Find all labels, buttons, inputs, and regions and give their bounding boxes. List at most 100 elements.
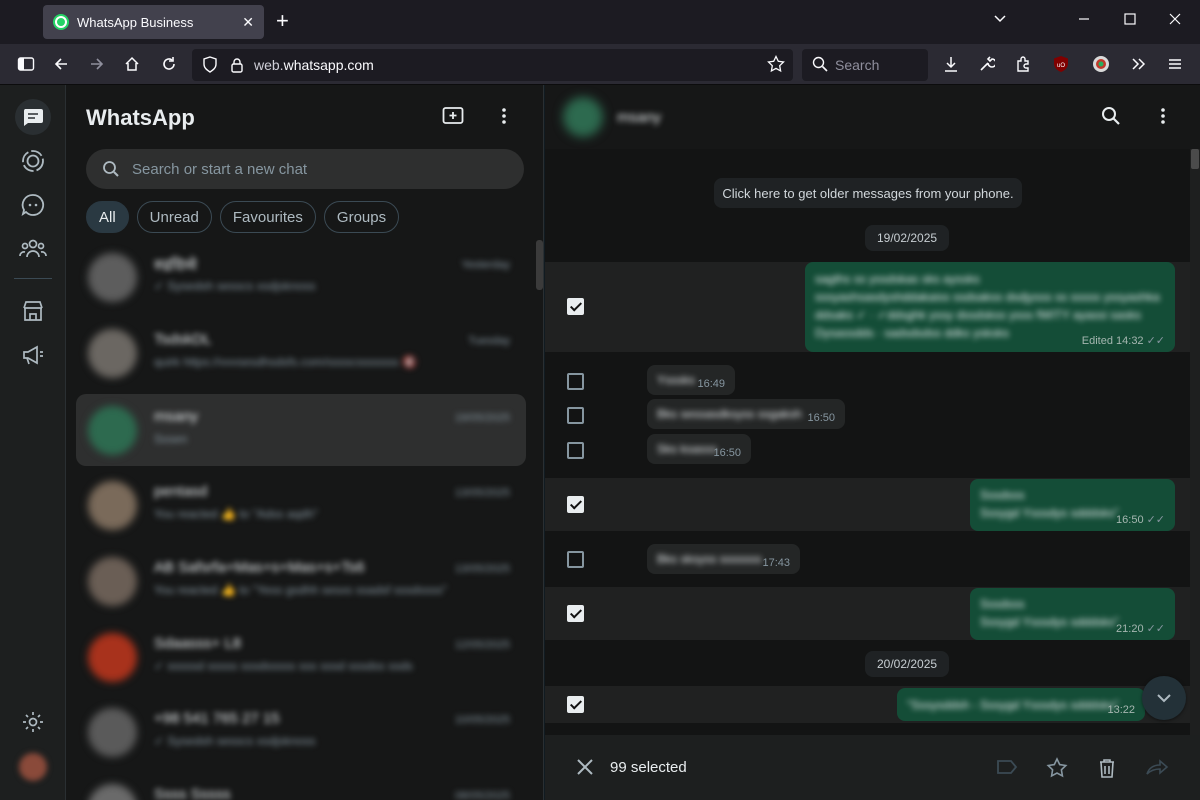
filter-favourites[interactable]: Favourites bbox=[219, 201, 316, 233]
search-icon bbox=[102, 160, 120, 183]
hamburger-icon[interactable] bbox=[1164, 53, 1186, 75]
channels-icon[interactable] bbox=[15, 187, 51, 223]
chat-name: Ssss Sssss bbox=[154, 786, 231, 800]
browser-tab[interactable]: WhatsApp Business ✕ bbox=[43, 5, 264, 39]
bookmark-star-icon[interactable] bbox=[767, 54, 785, 78]
message-checkbox[interactable] bbox=[567, 496, 584, 513]
search-icon bbox=[812, 56, 828, 75]
status-icon[interactable] bbox=[15, 143, 51, 179]
close-icon[interactable] bbox=[575, 757, 595, 782]
date-separator: 19/02/2025 bbox=[865, 225, 950, 251]
conversation-scrollbar[interactable] bbox=[1190, 149, 1200, 735]
message-checkbox[interactable] bbox=[567, 407, 584, 424]
close-window-button[interactable] bbox=[1168, 12, 1182, 31]
message-bubble-outgoing[interactable]: Sssdsss Sssygd Ysssdys sdddsks" 21:20 ✓✓ bbox=[970, 588, 1175, 640]
message-checkbox[interactable] bbox=[567, 696, 584, 713]
kebab-menu-icon[interactable] bbox=[1153, 106, 1173, 131]
communities-icon[interactable] bbox=[15, 231, 51, 267]
avatar bbox=[88, 784, 137, 800]
message-checkbox[interactable] bbox=[567, 442, 584, 459]
url-bar[interactable]: web.whatsapp.com bbox=[192, 49, 793, 81]
browser-search-box[interactable]: Search bbox=[802, 49, 928, 81]
older-messages-button[interactable]: Click here to get older messages from yo… bbox=[714, 178, 1022, 208]
chat-time: 13/05/2025 bbox=[454, 487, 510, 499]
chat-row[interactable]: Sdaasss+ L8 12/05/2025 ✓ sssssd sssss ss… bbox=[76, 621, 526, 693]
message-bubble-incoming[interactable]: Sks ksasss 16:50 bbox=[647, 434, 751, 464]
maximize-button[interactable] bbox=[1123, 12, 1137, 31]
profile-avatar[interactable] bbox=[15, 749, 51, 785]
reload-icon[interactable] bbox=[158, 53, 180, 75]
sidebar-title: WhatsApp bbox=[86, 105, 195, 130]
avatar bbox=[88, 557, 137, 606]
lock-icon[interactable] bbox=[230, 57, 244, 76]
sidebar-toggle-icon[interactable] bbox=[15, 53, 37, 75]
chat-row-selected[interactable]: msany 19/05/2025 Sssen bbox=[76, 394, 526, 466]
profile-extension-icon[interactable] bbox=[1090, 53, 1112, 75]
forward-message-icon[interactable] bbox=[1145, 757, 1169, 782]
minimize-button[interactable] bbox=[1077, 12, 1091, 31]
message-bubble-outgoing[interactable]: sagths ss yssdskas sks ayssks sssyashsas… bbox=[805, 262, 1175, 352]
back-icon[interactable] bbox=[50, 53, 72, 75]
chats-icon[interactable] bbox=[15, 99, 51, 135]
forward-icon[interactable] bbox=[86, 53, 108, 75]
settings-icon[interactable] bbox=[15, 704, 51, 740]
filter-all[interactable]: All bbox=[86, 201, 129, 233]
contact-avatar[interactable] bbox=[563, 97, 603, 137]
overflow-icon[interactable] bbox=[1127, 53, 1149, 75]
new-tab-button[interactable]: + bbox=[276, 10, 289, 32]
star-icon[interactable] bbox=[1046, 757, 1068, 784]
wrench-icon[interactable] bbox=[976, 53, 998, 75]
chat-row[interactable]: AB Safsrfa+Mas+s+Mas+s+Ts6 13/05/2025 Yo… bbox=[76, 545, 526, 617]
filter-unread[interactable]: Unread bbox=[136, 201, 212, 233]
broadcast-icon[interactable] bbox=[15, 337, 51, 373]
message-checkbox[interactable] bbox=[567, 373, 584, 390]
message-meta: 16:50 bbox=[807, 412, 835, 424]
chat-preview: ✓ Sysedsh sesscs xsdjsknoss bbox=[154, 734, 316, 748]
message-bubble-incoming[interactable]: Ysssks 16:49 bbox=[647, 365, 735, 395]
filter-groups[interactable]: Groups bbox=[323, 201, 400, 233]
message-text: Sssdsss bbox=[980, 488, 1025, 502]
chat-row[interactable]: रुद्रदिव्ये Yesterday ✓ Sysedsh sesscs x… bbox=[76, 241, 526, 313]
avatar bbox=[88, 406, 137, 455]
chat-time: 12/05/2025 bbox=[454, 639, 510, 651]
double-check-icon: ✓✓ bbox=[1146, 623, 1165, 635]
delete-icon[interactable] bbox=[1096, 757, 1118, 784]
extensions-icon[interactable] bbox=[1012, 53, 1034, 75]
chat-row[interactable]: +98 541 765 27 15 10/05/2025 ✓ Sysedsh s… bbox=[76, 696, 526, 768]
shield-icon[interactable] bbox=[202, 56, 218, 76]
contact-name[interactable]: msany bbox=[617, 109, 661, 126]
chat-row[interactable]: TsdskDL Tuesday quirk https://vvvsesdhsd… bbox=[76, 317, 526, 389]
tab-list-button[interactable] bbox=[993, 12, 1007, 31]
message-checkbox[interactable] bbox=[567, 605, 584, 622]
download-icon[interactable] bbox=[940, 53, 962, 75]
chat-preview: ✓ sssssd sssss sssdsssss sss sssd sssdss… bbox=[154, 659, 413, 673]
message-bubble-outgoing[interactable]: Sssdsss Sssygd Ysssdys sdddsks" 16:50 ✓✓ bbox=[970, 479, 1175, 531]
ublock-icon[interactable]: uO bbox=[1050, 53, 1072, 75]
chat-preview: ✓ Sysedsh sesscs xsdjsknoss bbox=[154, 279, 316, 293]
conversation-header[interactable]: msany bbox=[545, 85, 1200, 149]
scroll-down-icon[interactable] bbox=[1142, 676, 1186, 720]
filter-chips: All Unread Favourites Groups bbox=[86, 201, 400, 233]
kebab-menu-icon[interactable] bbox=[494, 106, 514, 131]
chat-search-input[interactable]: Search or start a new chat bbox=[86, 149, 524, 189]
message-bubble-incoming[interactable]: Bks sessasdksyss ssgaksh 16:50 bbox=[647, 399, 845, 429]
chat-row[interactable]: Ssss Sssss 08/05/2025 bbox=[76, 772, 526, 800]
message-checkbox[interactable] bbox=[567, 551, 584, 568]
label-icon[interactable] bbox=[996, 757, 1018, 782]
message-checkbox[interactable] bbox=[567, 298, 584, 315]
chat-sidebar: WhatsApp Search or start a new chat All … bbox=[66, 85, 544, 800]
svg-text:uO: uO bbox=[1057, 63, 1065, 69]
conversation-panel: msany Click here to get older messages f… bbox=[545, 85, 1200, 800]
message-text: Sssdsss bbox=[980, 597, 1025, 611]
scrollbar-thumb[interactable] bbox=[1191, 149, 1199, 169]
search-icon[interactable] bbox=[1101, 106, 1121, 131]
tab-close-button[interactable]: ✕ bbox=[242, 14, 254, 31]
message-bubble-outgoing[interactable]: "Sssysddsh - Sssygd Ysssdys sdddsks" 13:… bbox=[897, 688, 1145, 721]
new-chat-icon[interactable] bbox=[442, 106, 464, 131]
home-icon[interactable] bbox=[121, 53, 143, 75]
message-bubble-incoming[interactable]: Bks sksyss sssssss 17:43 bbox=[647, 544, 800, 574]
catalog-icon[interactable] bbox=[15, 293, 51, 329]
chatlist-scrollbar[interactable] bbox=[536, 240, 543, 290]
chat-row[interactable]: pentasd 13/05/2025 You reacted 👍 to "Ads… bbox=[76, 469, 526, 541]
avatar bbox=[88, 633, 137, 682]
